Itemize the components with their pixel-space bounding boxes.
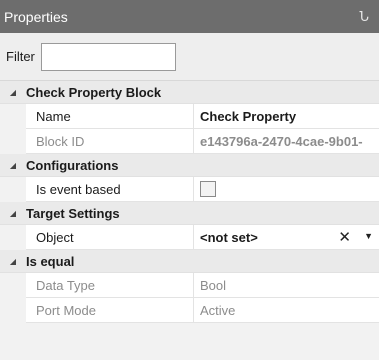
pin-icon[interactable]: Ն [360,9,369,25]
category-configurations[interactable]: ◢ Configurations [0,154,379,177]
is-event-based-checkbox[interactable] [200,181,216,197]
property-name-label: Name [26,104,194,128]
category-label: Check Property Block [26,84,162,100]
category-label: Configurations [26,157,119,173]
property-data-type-label: Data Type [26,273,194,297]
property-row-block-id[interactable]: Block ID e143796a-2470-4cae-9b01- [26,129,379,154]
property-object-label: Object [26,225,194,249]
property-data-type-value[interactable]: Bool [194,273,379,297]
clear-x-icon[interactable]: ✕ [338,228,351,246]
dropdown-caret-icon[interactable]: ▼ [364,231,373,241]
property-block-id-value[interactable]: e143796a-2470-4cae-9b01- [194,129,379,153]
property-block-id-label: Block ID [26,129,194,153]
property-grid: ◢ Check Property Block Name Check Proper… [0,81,379,323]
property-port-mode-value[interactable]: Active [194,298,379,322]
property-object-value-cell[interactable]: <not set> ✕ ▼ [194,225,379,249]
property-port-mode-label: Port Mode [26,298,194,322]
property-row-object[interactable]: Object <not set> ✕ ▼ [26,225,379,250]
filter-input[interactable] [40,42,176,71]
filter-bar: Filter [0,33,379,81]
property-is-event-based-value [194,177,379,201]
category-label: Target Settings [26,205,120,221]
category-target-settings[interactable]: ◢ Target Settings [0,202,379,225]
expanded-triangle-icon[interactable]: ◢ [0,209,26,218]
category-is-equal[interactable]: ◢ Is equal [0,250,379,273]
properties-panel: Properties Ն Filter ◢ Check Property Blo… [0,0,379,360]
expanded-triangle-icon[interactable]: ◢ [0,161,26,170]
panel-titlebar: Properties Ն [0,0,379,33]
expanded-triangle-icon[interactable]: ◢ [0,257,26,266]
property-row-is-event-based[interactable]: Is event based [26,177,379,202]
property-name-value[interactable]: Check Property [194,104,379,128]
panel-title: Properties [4,8,68,25]
property-row-port-mode[interactable]: Port Mode Active [26,298,379,323]
expanded-triangle-icon[interactable]: ◢ [0,88,26,97]
property-is-event-based-label: Is event based [26,177,194,201]
category-check-property-block[interactable]: ◢ Check Property Block [0,81,379,104]
object-value: <not set> [200,229,258,245]
property-row-data-type[interactable]: Data Type Bool [26,273,379,298]
property-row-name[interactable]: Name Check Property [26,104,379,129]
category-label: Is equal [26,253,75,269]
filter-label: Filter [6,49,35,64]
